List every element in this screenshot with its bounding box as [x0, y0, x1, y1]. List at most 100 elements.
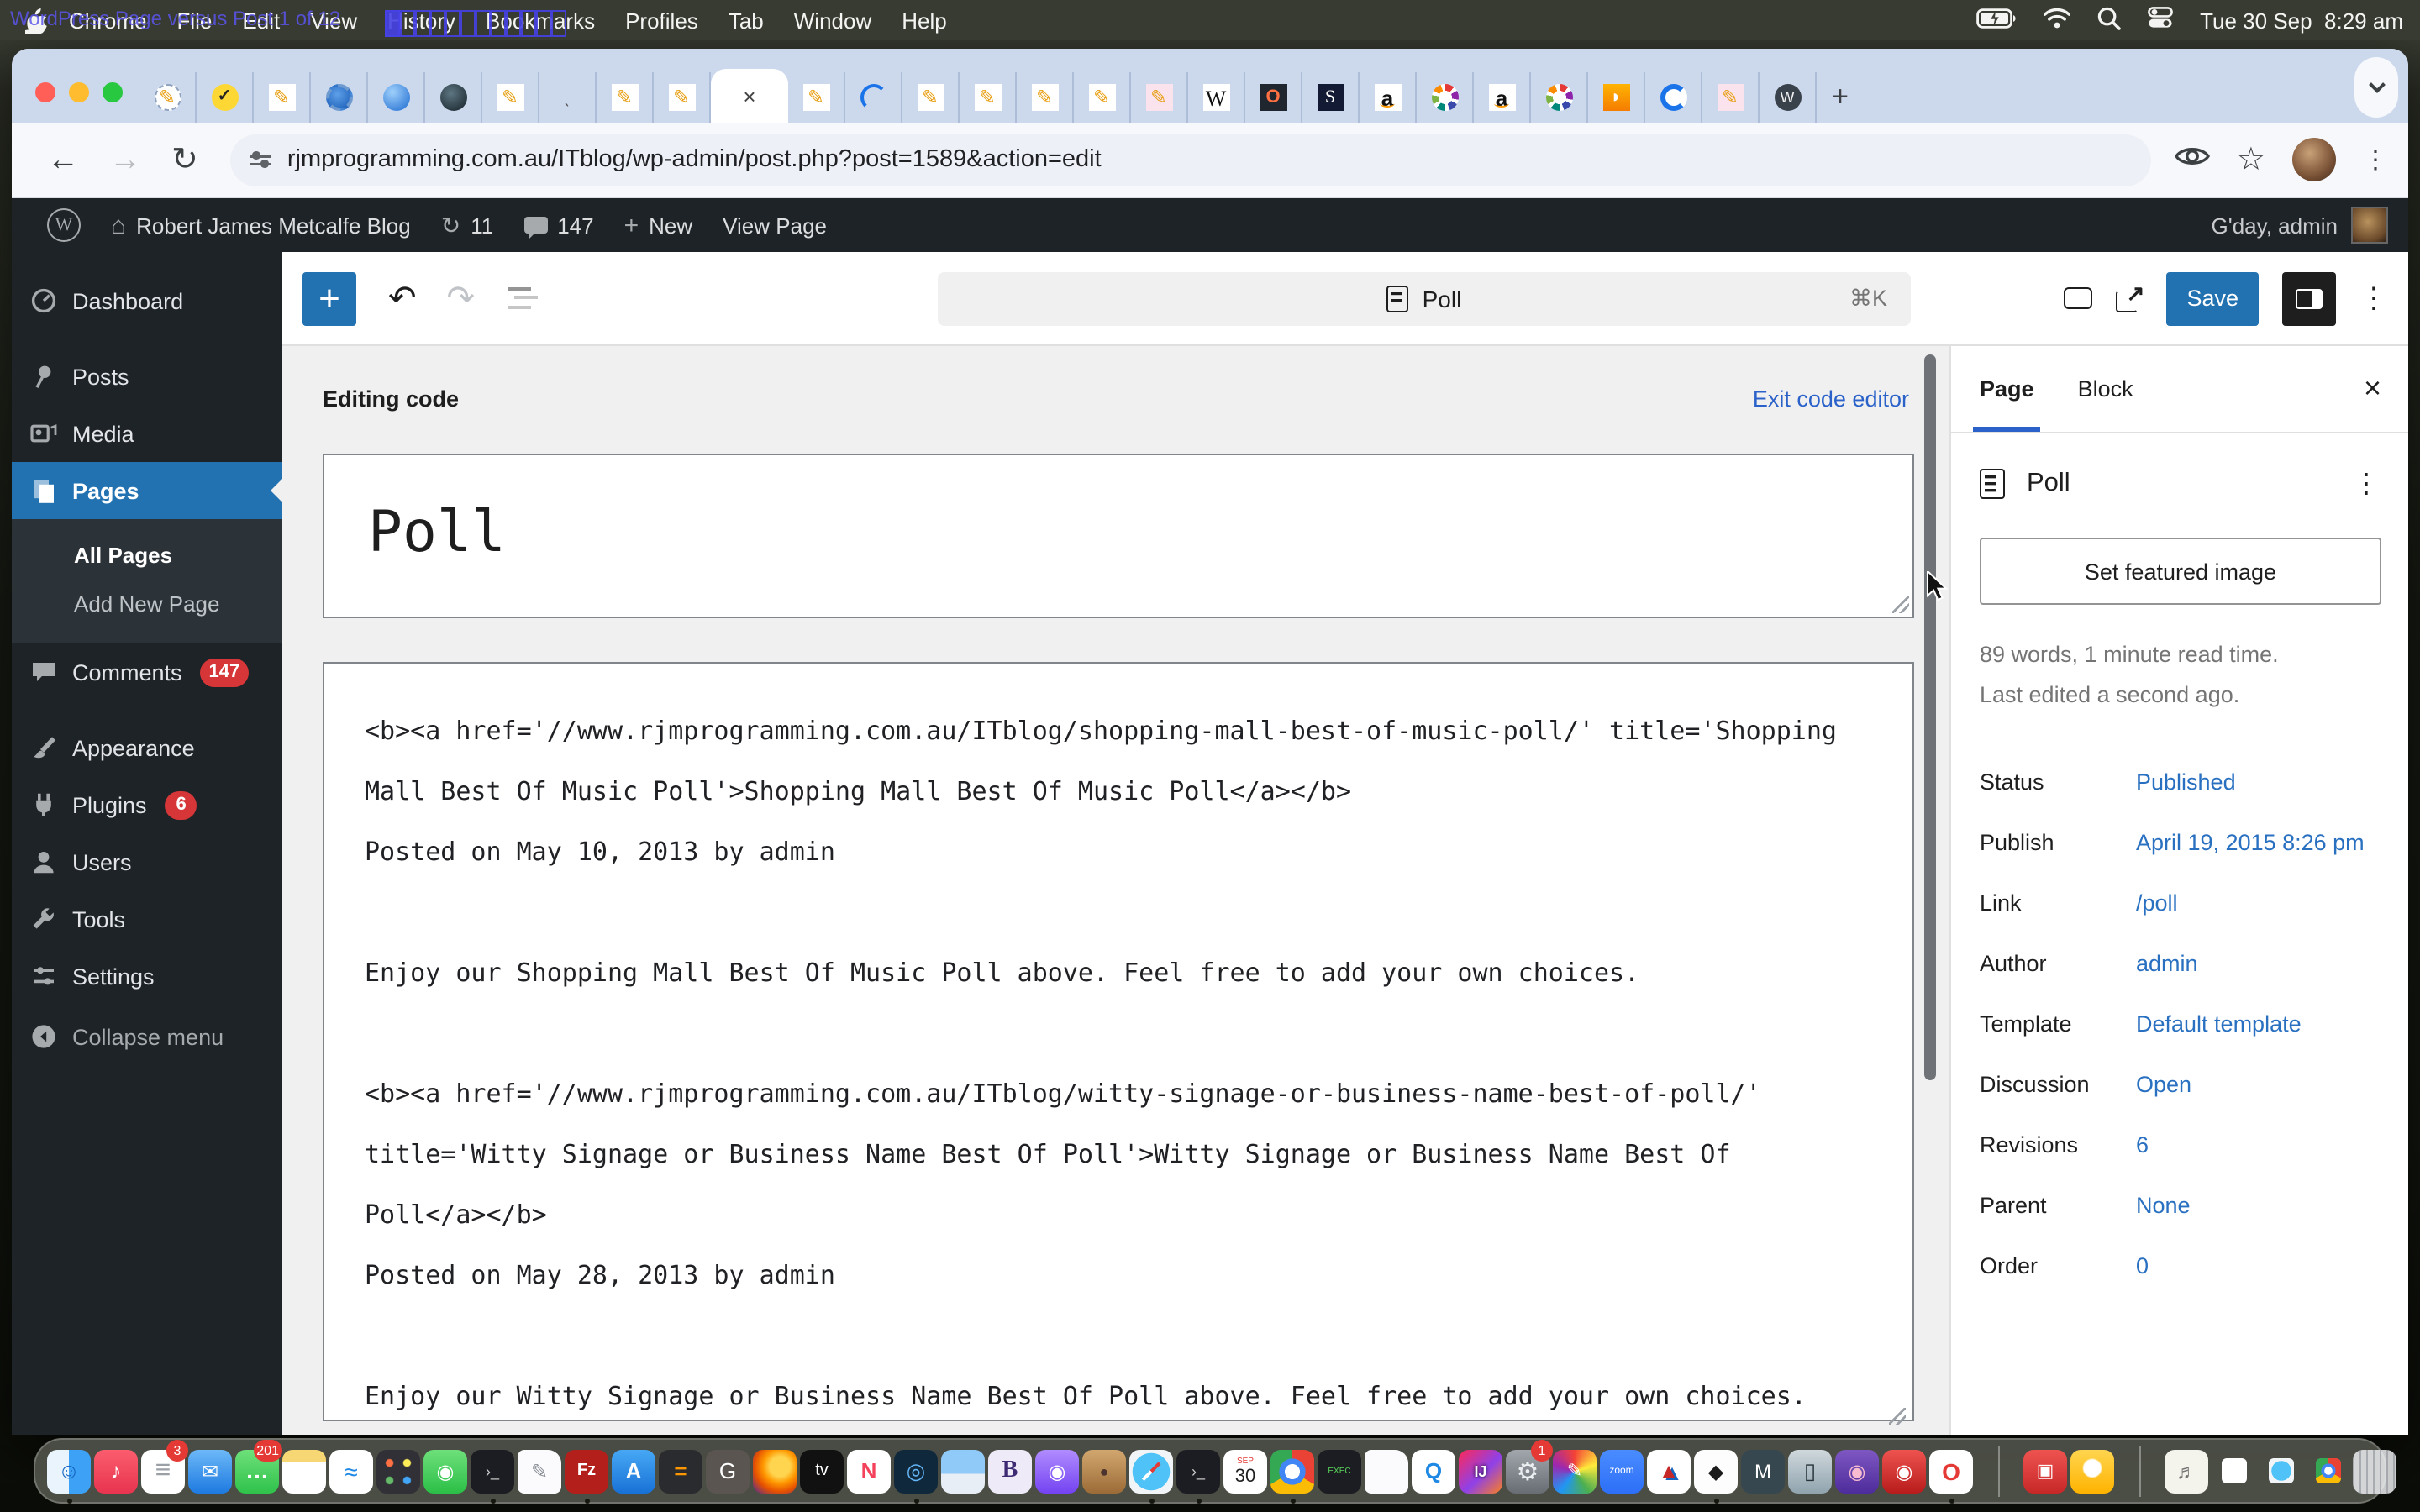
browser-tab[interactable]: [1474, 72, 1531, 123]
dock-item[interactable]: [1928, 1438, 1975, 1504]
dock-item[interactable]: [2351, 1438, 2398, 1504]
discussion-value[interactable]: Open: [2136, 1068, 2191, 1102]
admin-avatar[interactable]: [2351, 207, 2388, 244]
dock-item[interactable]: [1128, 1438, 1175, 1504]
document-overview-button[interactable]: [507, 286, 538, 310]
exit-code-editor-link[interactable]: Exit code editor: [1753, 386, 1909, 412]
new-tab-button[interactable]: +: [1817, 72, 1864, 123]
menu-tab[interactable]: Tab: [713, 8, 779, 33]
close-window-button[interactable]: [35, 82, 55, 102]
undo-button[interactable]: ↶: [388, 277, 417, 319]
sidebar-item-dashboard[interactable]: Dashboard: [12, 272, 282, 329]
page-actions-menu-icon[interactable]: ⋮: [2353, 467, 2380, 501]
dock-item[interactable]: [2210, 1438, 2257, 1504]
dock-item[interactable]: [92, 1438, 139, 1504]
browser-tab[interactable]: [960, 72, 1017, 123]
dock-item[interactable]: [1598, 1438, 1645, 1504]
tab-block[interactable]: Block: [2078, 346, 2133, 432]
sidebar-collapse-menu[interactable]: Collapse menu: [12, 1008, 282, 1065]
editor-scrollbar-thumb[interactable]: [1924, 354, 1936, 1080]
settings-panel-toggle-button[interactable]: [2282, 271, 2336, 325]
sidebar-item-comments[interactable]: Comments 147: [12, 643, 282, 701]
command-center-field[interactable]: Poll ⌘K: [938, 272, 1911, 326]
dock-item[interactable]: 1: [1504, 1438, 1553, 1504]
browser-tab[interactable]: [1702, 72, 1760, 123]
dock-item[interactable]: [328, 1438, 375, 1504]
wifi-icon[interactable]: [2044, 7, 2071, 33]
view-page-external-button[interactable]: [2116, 280, 2144, 312]
dock-item[interactable]: [657, 1438, 704, 1504]
account-greeting[interactable]: G'day, admin: [2212, 213, 2338, 238]
minimize-window-button[interactable]: [69, 82, 89, 102]
dock-item[interactable]: 201: [234, 1438, 282, 1504]
order-value[interactable]: 0: [2136, 1250, 2149, 1284]
post-title-textarea[interactable]: Poll: [323, 454, 1914, 618]
browser-tab[interactable]: [1017, 72, 1074, 123]
browser-tab[interactable]: [539, 72, 597, 123]
updates-menu[interactable]: ↻ 11: [426, 211, 508, 239]
site-name-menu[interactable]: ⌂ Robert James Metcalfe Blog: [96, 211, 426, 239]
dock-item[interactable]: [1269, 1438, 1316, 1504]
browser-tab[interactable]: [1360, 72, 1417, 123]
dock-item[interactable]: [1222, 1438, 1269, 1504]
browser-tab[interactable]: [1531, 72, 1588, 123]
tab-page[interactable]: Page: [1972, 346, 2042, 432]
menu-profiles[interactable]: Profiles: [610, 8, 713, 33]
dock-item[interactable]: [2163, 1438, 2210, 1504]
parent-value[interactable]: None: [2136, 1189, 2191, 1223]
dock-item[interactable]: [281, 1438, 328, 1504]
view-page-menu[interactable]: View Page: [708, 213, 842, 238]
resize-handle[interactable]: [1892, 596, 1909, 613]
browser-tab[interactable]: [139, 72, 197, 123]
zoom-window-button[interactable]: [103, 82, 123, 102]
dock-item[interactable]: [1881, 1438, 1928, 1504]
redo-button[interactable]: ↷: [447, 277, 476, 319]
dock-item[interactable]: [2257, 1438, 2304, 1504]
profile-avatar[interactable]: [2292, 138, 2336, 181]
menu-help[interactable]: Help: [886, 8, 962, 33]
new-content-menu[interactable]: + New: [609, 211, 708, 239]
browser-tab[interactable]: [368, 72, 425, 123]
browser-tab[interactable]: [1074, 72, 1131, 123]
sidebar-item-settings[interactable]: Settings: [12, 948, 282, 1005]
dock-item[interactable]: [1975, 1438, 2022, 1504]
reload-button[interactable]: ↻: [171, 144, 198, 176]
dock-item[interactable]: [563, 1438, 610, 1504]
sidebar-item-media[interactable]: Media: [12, 405, 282, 462]
save-button[interactable]: Save: [2166, 271, 2259, 325]
dock-item[interactable]: [751, 1438, 798, 1504]
browser-tab[interactable]: [254, 72, 311, 123]
status-value[interactable]: Published: [2136, 766, 2236, 800]
dock-item[interactable]: [2116, 1438, 2163, 1504]
dock-item[interactable]: [939, 1438, 986, 1504]
dock-item[interactable]: [45, 1438, 92, 1504]
forward-button[interactable]: →: [109, 144, 141, 176]
dock-item[interactable]: [2304, 1438, 2351, 1504]
browser-tab[interactable]: [654, 72, 711, 123]
browser-tab[interactable]: [1417, 72, 1474, 123]
browser-tab[interactable]: [1131, 72, 1188, 123]
dock-item[interactable]: [187, 1438, 234, 1504]
dock-item[interactable]: [1645, 1438, 1692, 1504]
set-featured-image-button[interactable]: Set featured image: [1980, 538, 2381, 605]
dock-item[interactable]: [986, 1438, 1034, 1504]
dock-item[interactable]: [1175, 1438, 1222, 1504]
dock-item[interactable]: [469, 1438, 516, 1504]
wp-logo-menu[interactable]: W: [32, 208, 96, 242]
dock-item[interactable]: [1316, 1438, 1363, 1504]
post-content-textarea[interactable]: <b><a href='//www.rjmprogramming.com.au/…: [323, 662, 1914, 1421]
publish-date-value[interactable]: April 19, 2015 8:26 pm: [2136, 827, 2365, 860]
comments-menu[interactable]: 147: [508, 213, 608, 238]
dock-item[interactable]: [610, 1438, 657, 1504]
browser-tab[interactable]: [311, 72, 368, 123]
browser-tab[interactable]: [1245, 72, 1302, 123]
browser-tab[interactable]: [902, 72, 960, 123]
menu-bar-clock[interactable]: Tue 30 Sep 8:29 am: [2200, 8, 2403, 33]
dock-item[interactable]: [892, 1438, 939, 1504]
resize-handle[interactable]: [1889, 1408, 1906, 1425]
template-value[interactable]: Default template: [2136, 1008, 2302, 1042]
sidebar-item-users[interactable]: Users: [12, 833, 282, 890]
dock-item[interactable]: [2069, 1438, 2116, 1504]
browser-tab[interactable]: [1302, 72, 1360, 123]
dock-item[interactable]: [422, 1438, 469, 1504]
